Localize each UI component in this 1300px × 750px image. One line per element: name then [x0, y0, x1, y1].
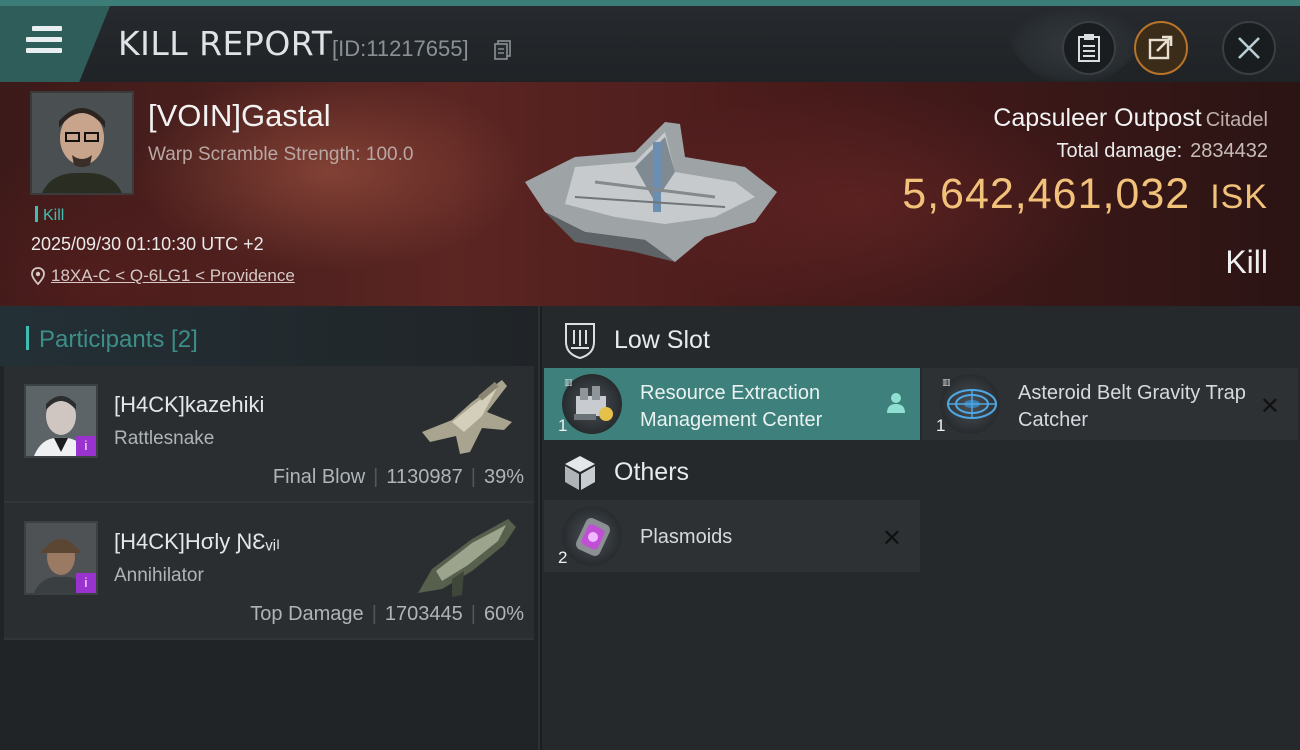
copy-icon[interactable]: [494, 40, 512, 60]
meta-level-icon: ▥: [942, 377, 951, 387]
participant-stats: Final Blow | 1130987 | 39%: [273, 466, 524, 489]
participant-ship: Annihilator: [114, 565, 204, 586]
hamburger-menu-icon[interactable]: [26, 26, 62, 56]
meta-level-icon: ▥: [564, 377, 573, 387]
participant-role: Top Damage: [250, 603, 364, 625]
others-header: Others: [542, 440, 1300, 504]
menu-tab[interactable]: [0, 6, 110, 82]
others-label: Others: [614, 457, 690, 486]
warp-scramble-strength: Warp Scramble Strength: 100.0: [148, 144, 414, 165]
isk-unit: ISK: [1210, 178, 1268, 216]
victim-ship-image: [525, 122, 777, 262]
item-row-destroyed[interactable]: ▥ 1 Asteroid Belt Gravity Trap Catcher ✕: [922, 368, 1298, 440]
ship-name-label: Capsuleer Outpost: [993, 104, 1202, 132]
participant-percent: 60%: [483, 603, 524, 625]
participant-ship-image: [418, 519, 516, 597]
destroyed-x-icon: ✕: [1259, 393, 1280, 420]
victim-avatar: [32, 93, 132, 193]
share-button[interactable]: [1134, 21, 1188, 75]
clipboard-button[interactable]: [1062, 21, 1116, 75]
participant-damage: 1130987: [386, 466, 463, 488]
kill-location[interactable]: 18XA-C < Q-6LG1 < Providence: [31, 266, 295, 286]
victim-ship-name[interactable]: Capsuleer Outpost Citadel: [993, 104, 1268, 133]
low-slot-header: Low Slot: [542, 308, 1300, 372]
ship-class-label: Citadel: [1205, 109, 1268, 131]
total-damage-value: 2834432: [1190, 140, 1268, 162]
kill-tag: Kill: [35, 206, 64, 225]
participant-damage: 1703445: [384, 603, 463, 625]
participant-row[interactable]: i [H4CK]kazehiki Rattlesnake Final Blow …: [4, 366, 534, 503]
low-slot-icon: [565, 323, 595, 360]
item-quantity: 1: [558, 416, 568, 435]
info-badge-icon: i: [76, 436, 96, 456]
share-icon: [1148, 35, 1173, 60]
stats-divider: |: [470, 466, 476, 488]
victim-portrait[interactable]: [30, 91, 134, 195]
participant-avatar[interactable]: i: [24, 521, 98, 595]
item-name: Asteroid Belt Gravity Trap Catcher: [1018, 382, 1246, 431]
item-name: Plasmoids: [640, 526, 733, 548]
info-badge-icon: i: [76, 573, 96, 593]
item-quantity: 1: [936, 416, 946, 435]
result-label: Kill: [1225, 244, 1268, 280]
stats-divider: |: [371, 603, 377, 625]
isk-amount: 5,642,461,032: [902, 170, 1191, 218]
participant-role: Final Blow: [272, 466, 366, 488]
stats-divider: |: [373, 466, 379, 488]
participant-name[interactable]: [H4CK]Hσly ƝƐᵥᵢₗ: [114, 529, 280, 555]
person-icon: [887, 393, 905, 413]
items-panel: Low Slot ▥ 1 Resource Extraction Managem…: [542, 306, 1300, 750]
plasmoid-canister-icon: [576, 518, 610, 556]
participant-row[interactable]: i [H4CK]Hσly ƝƐᵥᵢₗ Annihilator Top Damag…: [4, 503, 534, 640]
location-pin-icon: [31, 267, 45, 285]
low-slot-label: Low Slot: [614, 325, 710, 354]
destroyed-x-icon: ✕: [881, 525, 902, 552]
page-title: KILL REPORT: [118, 24, 333, 63]
kill-datetime: 2025/09/30 01:10:30 UTC +2: [31, 234, 264, 254]
participant-ship: Rattlesnake: [114, 428, 215, 449]
participant-stats: Top Damage | 1703445 | 60%: [250, 603, 524, 626]
participant-ship-image: [422, 380, 512, 454]
isk-value: 5,642,461,032 ISK: [902, 170, 1268, 219]
item-quantity: 2: [558, 548, 568, 567]
participant-percent: 39%: [483, 466, 524, 488]
participants-header: Participants [2]: [0, 306, 538, 366]
participant-avatar[interactable]: i: [24, 384, 98, 458]
participants-panel: Participants [2] i [H4CK]kazehiki Rattle…: [0, 306, 540, 750]
stats-divider: |: [470, 603, 476, 625]
report-id: [ID:11217655]: [332, 36, 469, 61]
item-icon: [562, 506, 622, 566]
item-name: Resource Extraction Management Center: [640, 382, 823, 431]
cube-icon: [565, 456, 595, 490]
top-bar: KILL REPORT [ID:11217655]: [0, 0, 1300, 86]
total-damage-label: Total damage:: [1056, 140, 1183, 162]
total-damage: Total damage: 2834432: [1056, 140, 1268, 163]
close-button[interactable]: [1222, 21, 1276, 75]
clipboard-icon: [1078, 34, 1100, 62]
participant-name[interactable]: [H4CK]kazehiki: [114, 392, 264, 418]
location-link[interactable]: 18XA-C < Q-6LG1 < Providence: [51, 266, 295, 286]
close-icon: [1238, 37, 1260, 59]
victim-name[interactable]: [VOIN]Gastal: [148, 98, 331, 134]
item-row-destroyed[interactable]: 2 Plasmoids ✕: [544, 500, 920, 572]
item-row-dropped[interactable]: ▥ 1 Resource Extraction Management Cente…: [544, 368, 920, 440]
kill-summary-banner: [VOIN]Gastal Warp Scramble Strength: 100…: [0, 82, 1300, 306]
